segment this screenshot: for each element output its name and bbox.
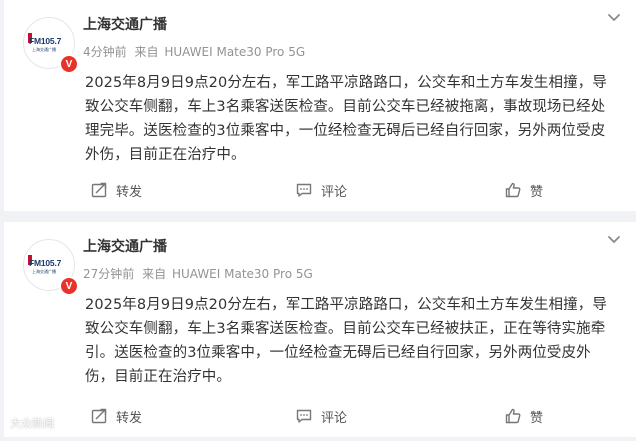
comment-button[interactable]: 评论 xyxy=(295,405,347,427)
comment-label: 评论 xyxy=(321,410,348,426)
comment-icon xyxy=(296,409,312,423)
avatar-logo-text: FM105.7 xyxy=(29,258,62,268)
like-label: 赞 xyxy=(530,410,544,426)
chevron-down-icon[interactable] xyxy=(606,233,622,247)
like-button[interactable]: 赞 xyxy=(504,179,543,201)
like-label: 赞 xyxy=(530,184,544,200)
verified-icon: V xyxy=(59,276,79,296)
repost-icon xyxy=(91,408,107,424)
weibo-post: FM105.7 上海交通广播 V 上海交通广播 4分钟前 来自 HUAWEI M… xyxy=(4,0,636,211)
weibo-post: FM105.7 上海交通广播 V 上海交通广播 27分钟前 来自 HUAWEI … xyxy=(4,222,636,437)
post-text: 2025年8月9日9点20分左右，军工路平凉路路口，公交车和土方车发生相撞，导致… xyxy=(85,75,607,163)
post-time[interactable]: 27分钟前 xyxy=(83,267,134,281)
avatar-logo-text: FM105.7 xyxy=(29,36,62,46)
source-device: HUAWEI Mate30 Pro 5G xyxy=(171,267,313,281)
verified-icon: V xyxy=(59,54,79,74)
post-text: 2025年8月9日9点20分左右，军工路平凉路路口，公交车和土方车发生相撞，导致… xyxy=(85,297,607,385)
repost-icon xyxy=(91,182,107,198)
repost-button[interactable]: 转发 xyxy=(90,405,142,427)
action-bar: 转发 评论 赞 xyxy=(4,171,636,211)
chevron-down-icon[interactable] xyxy=(606,11,622,25)
like-button[interactable]: 赞 xyxy=(504,405,543,427)
avatar-logo-subtext: 上海交通广播 xyxy=(32,47,56,52)
post-time[interactable]: 4分钟前 xyxy=(83,45,127,59)
source-prefix: 来自 xyxy=(134,45,159,59)
action-bar: 转发 评论 赞 xyxy=(4,397,636,437)
author-name[interactable]: 上海交通广播 xyxy=(83,14,167,34)
like-icon xyxy=(505,182,521,198)
source-device: HUAWEI Mate30 Pro 5G xyxy=(164,45,306,59)
repost-button[interactable]: 转发 xyxy=(90,179,142,201)
avatar-logo-subtext: 上海交通广播 xyxy=(32,269,56,274)
like-icon xyxy=(505,408,521,424)
comment-button[interactable]: 评论 xyxy=(295,179,347,201)
watermark: 大众新闻 xyxy=(10,417,54,430)
source-prefix: 来自 xyxy=(142,267,167,281)
author-name[interactable]: 上海交通广播 xyxy=(83,236,167,256)
comment-label: 评论 xyxy=(321,184,348,200)
repost-label: 转发 xyxy=(116,410,143,426)
post-meta: 27分钟前 来自 HUAWEI Mate30 Pro 5G xyxy=(83,265,313,282)
comment-icon xyxy=(296,183,312,197)
post-meta: 4分钟前 来自 HUAWEI Mate30 Pro 5G xyxy=(83,43,305,60)
repost-label: 转发 xyxy=(116,184,143,200)
